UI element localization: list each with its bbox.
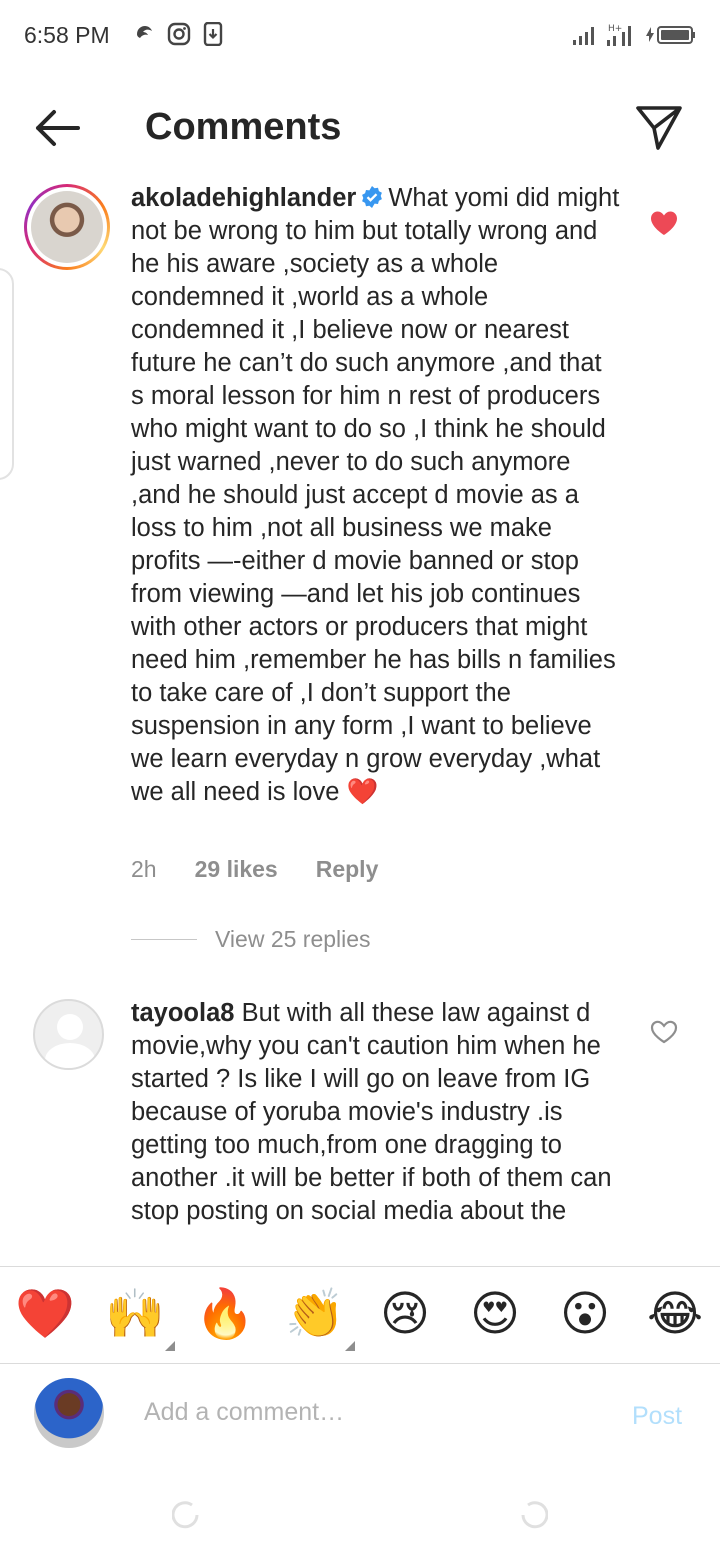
heart-outline-icon[interactable]	[650, 1019, 678, 1045]
comment-text: What yomi did might not be wrong to him …	[131, 184, 620, 806]
status-system-icons: H+	[572, 22, 696, 48]
view-replies-label: View 25 replies	[215, 926, 371, 952]
emoji-heart[interactable]: ❤️	[15, 1285, 75, 1345]
emoji-clapping-hands[interactable]: 👏	[285, 1285, 355, 1351]
nav-rotate-left-icon[interactable]	[172, 1500, 202, 1530]
page-title: Comments	[145, 106, 342, 148]
comments-header: Comments	[0, 80, 720, 176]
emoji-crying-face[interactable]: 😢	[375, 1285, 435, 1345]
current-user-avatar	[34, 1378, 104, 1448]
app-notification-icon	[137, 26, 152, 38]
heart-emoji: ❤️	[346, 778, 379, 806]
signal-icon	[573, 27, 594, 45]
comment-username[interactable]: tayoola8	[131, 999, 234, 1027]
status-time: 6:58 PM	[24, 22, 110, 48]
comment-meta: 2h 29 likes Reply	[131, 856, 416, 883]
comment-body: akoladehighlander What yomi did might not…	[131, 182, 621, 809]
nav-rotate-right-icon[interactable]	[518, 1500, 548, 1530]
comment-body: tayoola8 But with all these law against …	[131, 997, 621, 1228]
divider	[131, 938, 197, 941]
emoji-tears-of-joy[interactable]: 😂	[645, 1285, 705, 1345]
emoji-fire[interactable]: 🔥	[195, 1285, 255, 1345]
battery-charging-icon	[646, 26, 695, 44]
download-notification-icon	[203, 22, 223, 46]
svg-text:H+: H+	[608, 24, 622, 34]
comment-text: But with all these law against d movie,w…	[131, 999, 612, 1225]
emoji-heart-eyes[interactable]: 😍	[465, 1285, 525, 1345]
comment-likes-count[interactable]: 29 likes	[195, 856, 278, 883]
emoji-raised-hands[interactable]: 🙌	[105, 1285, 175, 1351]
quick-emoji-bar: ❤️ 🙌 🔥 👏 😢 😍 😮 😂	[0, 1266, 720, 1364]
comment-composer: Post	[0, 1364, 720, 1464]
add-comment-input[interactable]	[144, 1398, 584, 1427]
instagram-notification-icon	[167, 22, 191, 46]
comment-timestamp: 2h	[131, 856, 157, 882]
reply-button[interactable]: Reply	[316, 856, 379, 883]
signal-hplus-icon: H+	[607, 24, 631, 46]
back-arrow-icon[interactable]	[30, 104, 82, 152]
side-panel-handle[interactable]	[0, 268, 14, 480]
status-bar: 6:58 PM H+	[0, 0, 720, 72]
status-notification-icons	[133, 22, 225, 46]
avatar	[31, 191, 103, 263]
comment-username[interactable]: akoladehighlander	[131, 184, 356, 212]
emoji-surprised-face[interactable]: 😮	[555, 1285, 615, 1345]
view-replies-button[interactable]: View 25 replies	[131, 926, 371, 953]
default-avatar-icon[interactable]	[33, 999, 104, 1070]
post-button[interactable]: Post	[632, 1402, 682, 1431]
liked-heart-icon[interactable]	[650, 210, 678, 236]
verified-badge-icon	[362, 186, 383, 208]
story-ring-avatar[interactable]	[24, 184, 110, 270]
direct-share-icon[interactable]	[634, 102, 684, 152]
